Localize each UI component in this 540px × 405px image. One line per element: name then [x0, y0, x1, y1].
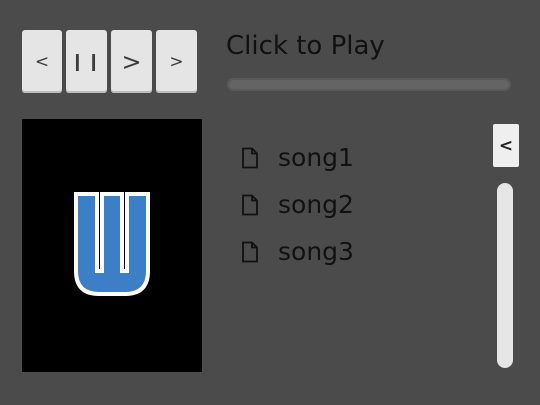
next-icon: > [169, 51, 184, 72]
list-item[interactable]: song1 [236, 134, 476, 181]
list-item[interactable]: song2 [236, 181, 476, 228]
music-player: < ❙❙ > > Click to Play song1 song2 song3… [0, 0, 540, 405]
file-icon [242, 194, 258, 215]
pause-icon: ❙❙ [70, 51, 103, 72]
now-playing-title[interactable]: Click to Play [226, 31, 385, 61]
chevron-left-icon: < [498, 135, 514, 156]
previous-icon: < [34, 51, 50, 72]
previous-button[interactable]: < [22, 30, 62, 93]
next-button[interactable]: > [156, 30, 197, 93]
progress-bar[interactable] [227, 78, 511, 91]
play-button[interactable]: > [111, 30, 152, 93]
file-icon [242, 147, 258, 168]
w-logo-icon [74, 192, 150, 296]
song-label: song3 [278, 237, 354, 266]
album-art [22, 119, 202, 372]
pause-button[interactable]: ❙❙ [66, 30, 107, 93]
play-icon: > [121, 47, 142, 76]
scrollbar-thumb[interactable] [497, 183, 513, 368]
collapse-playlist-button[interactable]: < [493, 124, 519, 167]
song-label: song2 [278, 190, 354, 219]
list-item[interactable]: song3 [236, 228, 476, 275]
file-icon [242, 241, 258, 262]
playlist: song1 song2 song3 [236, 134, 476, 275]
playlist-scrollbar[interactable] [497, 183, 513, 368]
song-label: song1 [278, 143, 354, 172]
